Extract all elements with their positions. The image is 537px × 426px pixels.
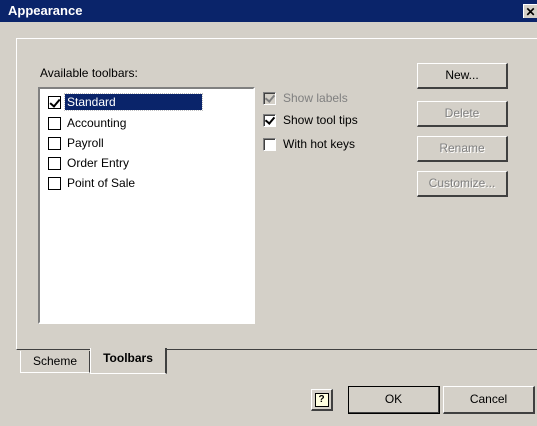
available-toolbars-label: Available toolbars: [40,66,138,80]
title-bar: Appearance ✕ [0,0,537,22]
list-item-accounting[interactable]: Accounting [48,114,128,132]
show-labels-checkbox[interactable] [263,91,276,105]
show-tool-tips-label: Show tool tips [283,113,358,127]
show-tool-tips-option[interactable]: Show tool tips [263,112,358,128]
list-item-label: Payroll [67,136,104,150]
show-labels-label: Show labels [283,91,348,105]
close-icon: ✕ [525,5,536,19]
new-button[interactable]: New... [417,63,508,89]
delete-button[interactable]: Delete [417,101,508,127]
close-button[interactable]: ✕ [523,4,537,19]
checkbox-order-entry[interactable] [48,156,61,170]
ok-button[interactable]: OK [348,386,440,414]
show-tool-tips-checkbox[interactable] [263,113,276,127]
list-item-label: Order Entry [67,156,130,170]
customize-button[interactable]: Customize... [417,171,508,197]
with-hot-keys-option[interactable]: With hot keys [263,136,355,152]
checkbox-accounting[interactable] [48,116,61,130]
with-hot-keys-checkbox[interactable] [263,137,276,151]
list-item-label: Point of Sale [67,176,136,190]
help-button[interactable]: ? [311,389,333,411]
list-item-point-of-sale[interactable]: Point of Sale [48,174,137,192]
checkbox-point-of-sale[interactable] [48,176,61,190]
list-item-order-entry[interactable]: Order Entry [48,154,131,172]
show-labels-option[interactable]: Show labels [263,90,348,106]
toolbars-listbox[interactable]: Standard Accounting Payroll Order Entry … [38,87,255,324]
list-item-label: Accounting [67,116,127,130]
list-item-standard[interactable]: Standard [48,93,203,111]
tab-scheme[interactable]: Scheme [20,351,90,373]
help-icon: ? [314,392,329,407]
checkbox-payroll[interactable] [48,136,61,150]
with-hot-keys-label: With hot keys [283,137,356,151]
cancel-button[interactable]: Cancel [443,386,535,414]
window-title: Appearance [8,3,83,18]
tab-toolbars[interactable]: Toolbars [90,348,167,374]
list-item-label: Standard [64,93,203,111]
rename-button[interactable]: Rename [417,136,508,162]
checkbox-standard[interactable] [48,95,61,109]
list-item-payroll[interactable]: Payroll [48,134,106,152]
